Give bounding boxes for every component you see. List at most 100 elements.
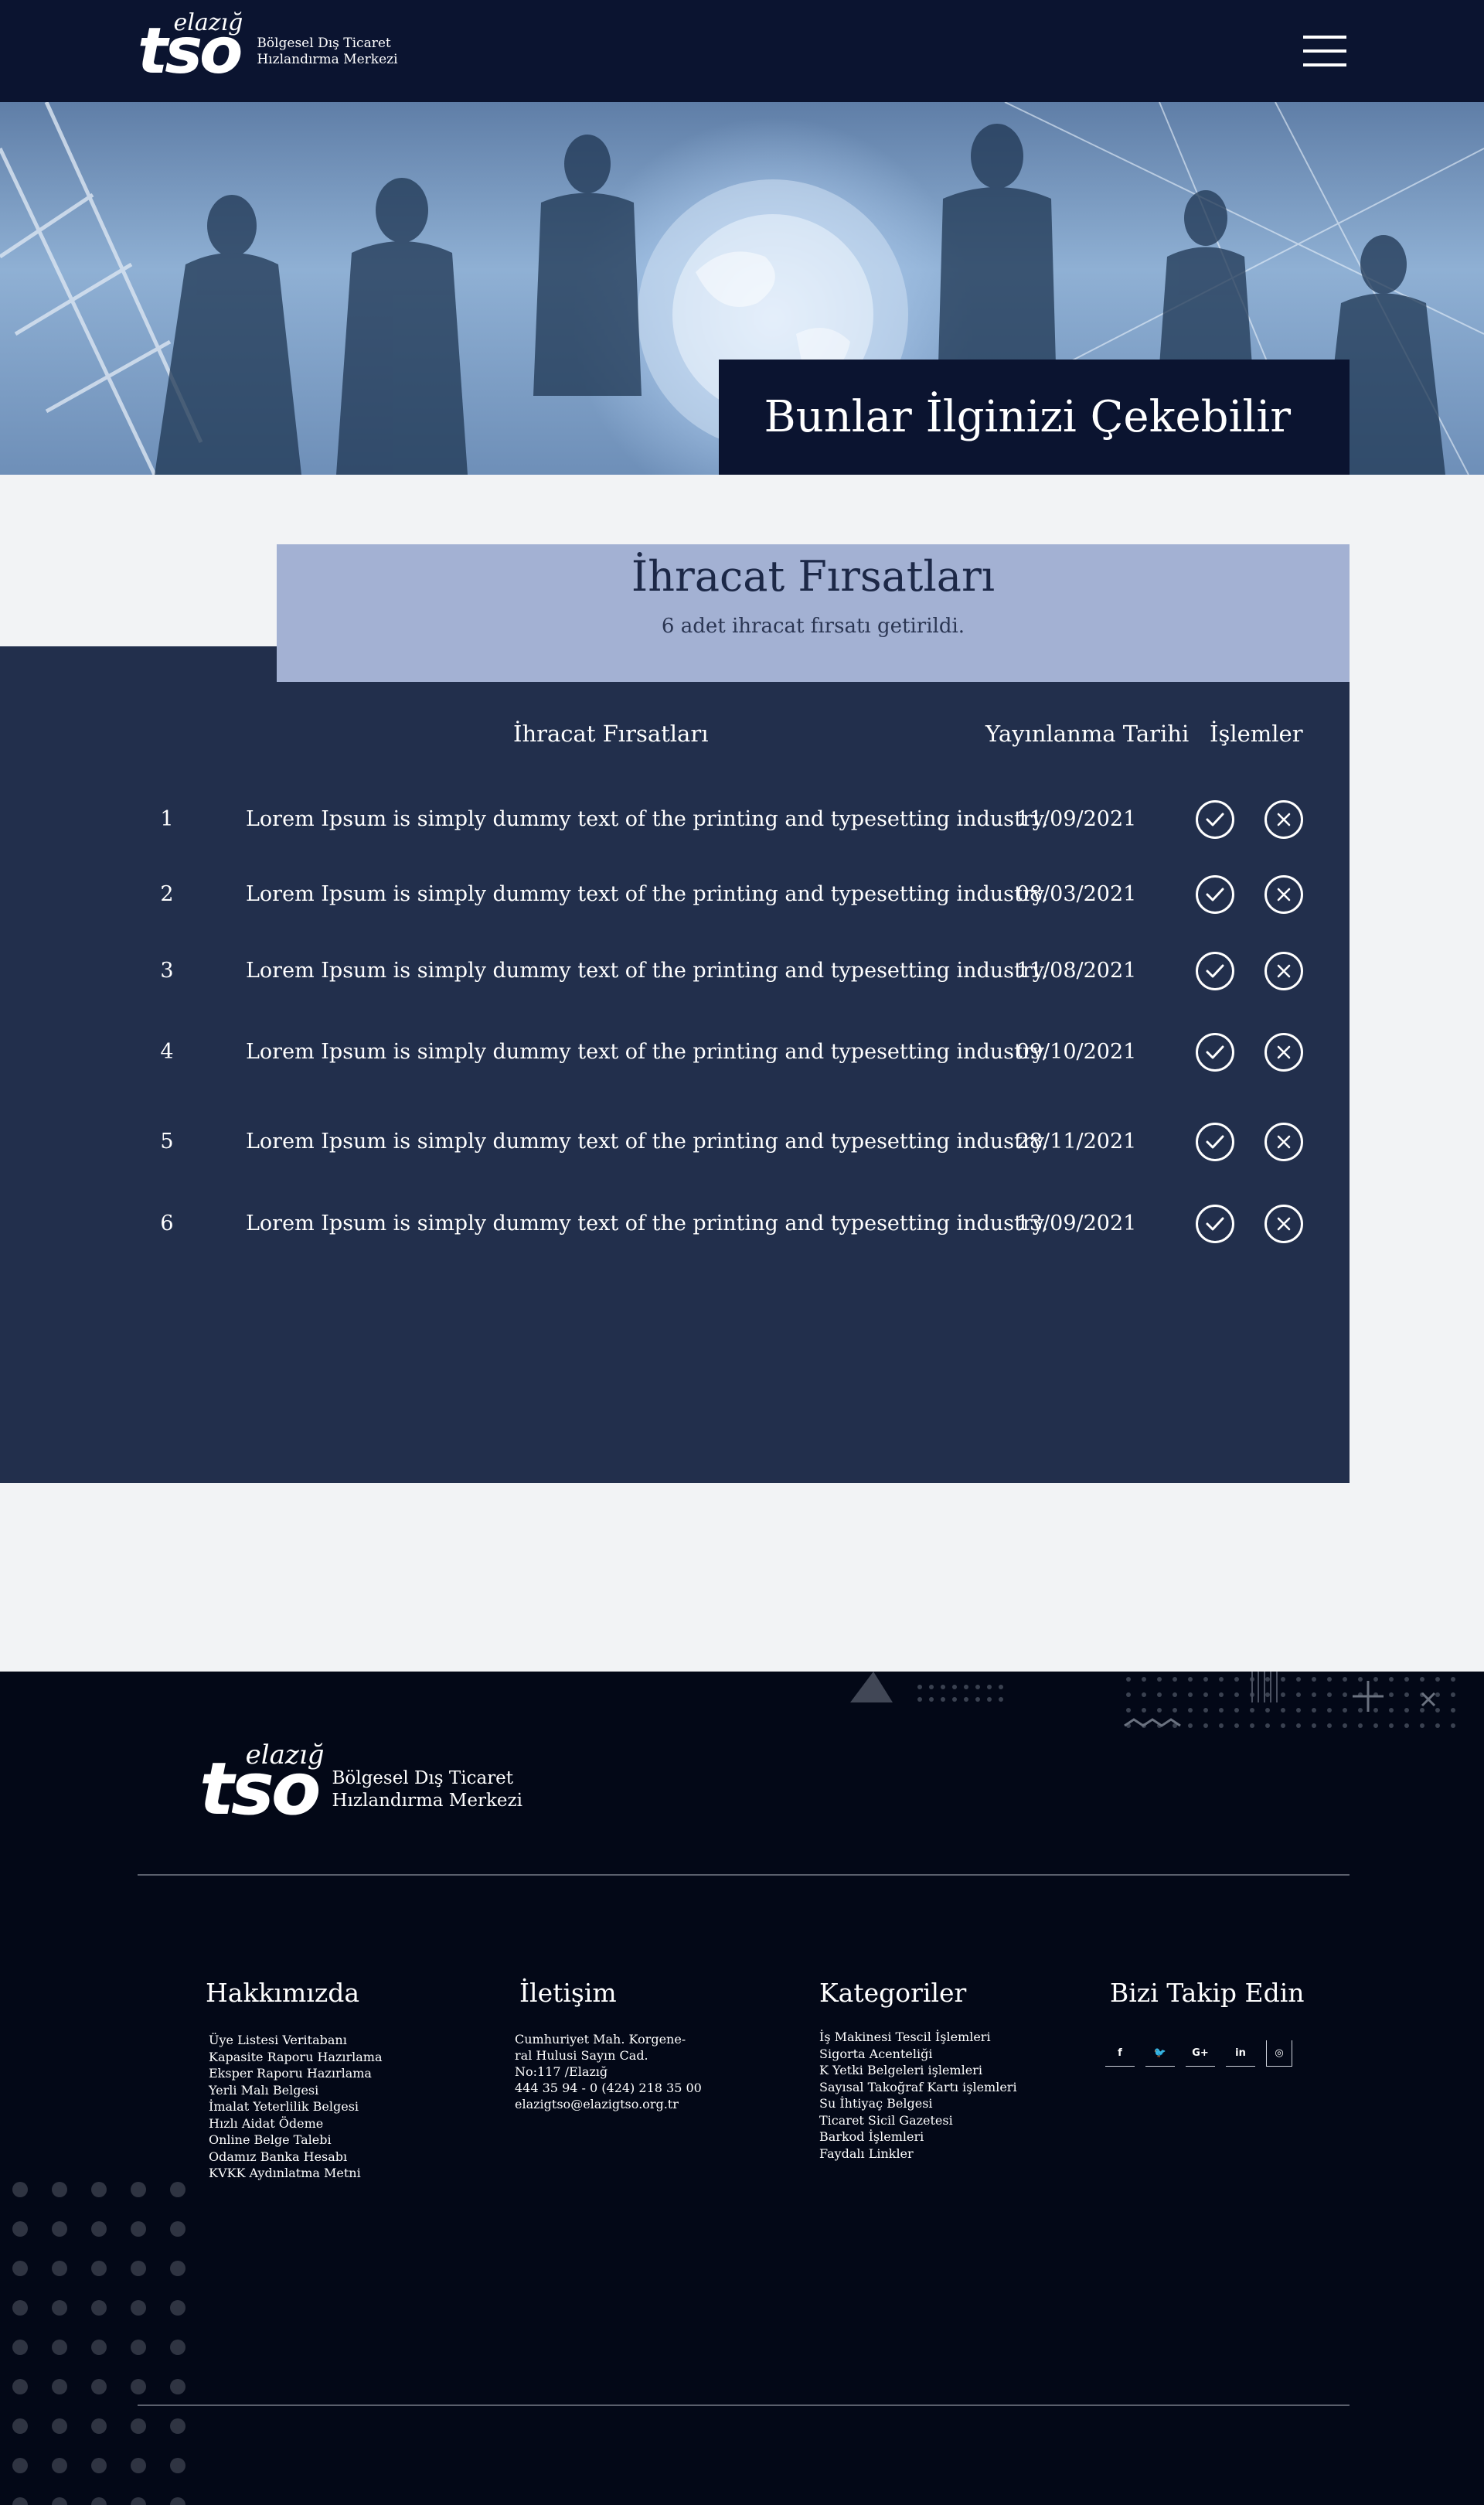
contact-line: ral Hulusi Sayın Cad. — [515, 2048, 648, 2063]
row-number: 2 — [160, 882, 174, 906]
row-date: 11/09/2021 — [1016, 807, 1137, 831]
decor-dot — [12, 2458, 28, 2473]
decor-dot — [52, 2182, 67, 2197]
contact-line: elazigtso@elazigtso.org.tr — [515, 2097, 679, 2111]
decor-dot — [170, 2300, 186, 2316]
decor-dot — [131, 2379, 146, 2394]
decor-dot — [91, 2340, 107, 2355]
column-header-opportunities: İhracat Fırsatları — [513, 721, 709, 747]
footer-logo-mark: tso elazığ — [199, 1740, 324, 1826]
contact-line: 444 35 94 - 0 (424) 218 35 00 — [515, 2081, 702, 2095]
facebook-icon[interactable]: f — [1105, 2040, 1135, 2067]
decor-dot — [170, 2418, 186, 2434]
twitter-icon[interactable]: 🐦 — [1145, 2040, 1175, 2067]
footer-logo-subtitle: Bölgesel Dış Ticaret Hızlandırma Merkezi — [332, 1767, 522, 1812]
footer-decoration — [850, 1672, 1455, 1728]
close-circle-icon[interactable] — [1264, 1205, 1303, 1243]
footer-category-link[interactable]: İş Makinesi Tescil İşlemleri — [819, 2029, 1017, 2046]
logo-mark: tso elazığ — [138, 9, 243, 84]
section-subtitle: 6 adet ihracat fırsatı getirildi. — [661, 615, 965, 638]
decor-dot — [131, 2261, 146, 2276]
footer-category-link[interactable]: Faydalı Linkler — [819, 2145, 1017, 2162]
decor-dot — [170, 2340, 186, 2355]
footer-about-link[interactable]: Kapasite Raporu Hazırlama — [209, 2049, 383, 2066]
google-plus-icon[interactable]: G+ — [1186, 2040, 1215, 2067]
decor-dot — [12, 2418, 28, 2434]
close-circle-icon[interactable] — [1264, 1123, 1303, 1161]
row-title[interactable]: Lorem Ipsum is simply dummy text of the … — [246, 807, 1048, 831]
footer-about-list: Üye Listesi Veritabanı Kapasite Raporu Ha… — [209, 2032, 383, 2182]
row-title[interactable]: Lorem Ipsum is simply dummy text of the … — [246, 1212, 1048, 1235]
footer-category-link[interactable]: Su İhtiyaç Belgesi — [819, 2095, 1017, 2112]
column-header-date: Yayınlanma Tarihi — [985, 721, 1190, 747]
hamburger-icon[interactable] — [1303, 36, 1346, 66]
site-logo[interactable]: tso elazığ Bölgesel Dış Ticaret Hızlandı… — [138, 9, 398, 84]
footer-about-title: Hakkımızda — [206, 1978, 360, 2008]
row-title[interactable]: Lorem Ipsum is simply dummy text of the … — [246, 1130, 1048, 1154]
footer-category-link[interactable]: Ticaret Sicil Gazetesi — [819, 2112, 1017, 2129]
table-row: 4 Lorem Ipsum is simply dummy text of the… — [0, 1029, 1350, 1075]
decor-dot — [170, 2497, 186, 2505]
footer-about-link[interactable]: Odamız Banka Hesabı — [209, 2149, 383, 2166]
footer-categories-list: İş Makinesi Tescil İşlemleri Sigorta Acen… — [819, 2029, 1017, 2162]
decor-dot — [131, 2182, 146, 2197]
row-date: 28/11/2021 — [1016, 1130, 1137, 1154]
footer-logo[interactable]: tso elazığ Bölgesel Dış Ticaret Hızlandı… — [199, 1740, 522, 1826]
decor-dot — [12, 2340, 28, 2355]
table-row: 3 Lorem Ipsum is simply dummy text of the… — [0, 948, 1350, 994]
close-circle-icon[interactable] — [1264, 952, 1303, 990]
close-circle-icon[interactable] — [1264, 875, 1303, 914]
footer-about-link[interactable]: İmalat Yeterlilik Belgesi — [209, 2098, 383, 2115]
check-circle-icon[interactable] — [1196, 1033, 1234, 1072]
table-row: 1 Lorem Ipsum is simply dummy text of the… — [0, 796, 1350, 843]
decor-dot — [52, 2458, 67, 2473]
footer-about-link[interactable]: Online Belge Talebi — [209, 2132, 383, 2149]
column-header-actions: İşlemler — [1210, 721, 1303, 747]
footer-contact-title: İletişim — [519, 1978, 617, 2008]
close-circle-icon[interactable] — [1264, 800, 1303, 839]
footer-category-link[interactable]: Sigorta Acenteliği — [819, 2046, 1017, 2063]
row-title[interactable]: Lorem Ipsum is simply dummy text of the … — [246, 959, 1048, 983]
footer-about-link[interactable]: KVKK Aydınlatma Metni — [209, 2165, 383, 2182]
decor-dot — [52, 2300, 67, 2316]
decor-dot — [91, 2182, 107, 2197]
decor-dot — [12, 2497, 28, 2505]
footer-about-link[interactable]: Eksper Raporu Hazırlama — [209, 2065, 383, 2082]
check-circle-icon[interactable] — [1196, 1123, 1234, 1161]
logo-subtitle: Bölgesel Dış Ticaret Hızlandırma Merkezi — [257, 36, 397, 69]
section-header: İhracat Fırsatları 6 adet ihracat fırsat… — [277, 544, 1350, 682]
decor-dot — [91, 2261, 107, 2276]
close-circle-icon[interactable] — [1264, 1033, 1303, 1072]
footer-categories-title: Kategoriler — [819, 1978, 967, 2008]
footer-about-link[interactable]: Yerli Malı Belgesi — [209, 2082, 383, 2099]
contact-line: No:117 /Elazığ — [515, 2064, 608, 2079]
logo-line-2: Hızlandırma Merkezi — [257, 52, 398, 67]
footer-about-link[interactable]: Hızlı Aidat Ödeme — [209, 2115, 383, 2132]
footer-category-link[interactable]: Sayısal Takoğraf Kartı işlemleri — [819, 2079, 1017, 2096]
footer-about-link[interactable]: Üye Listesi Veritabanı — [209, 2032, 383, 2049]
footer-category-link[interactable]: K Yetki Belgeleri işlemleri — [819, 2062, 1017, 2079]
check-circle-icon[interactable] — [1196, 875, 1234, 914]
row-number: 6 — [160, 1212, 174, 1235]
decor-dot — [170, 2182, 186, 2197]
decor-dot — [52, 2379, 67, 2394]
footer-logo-line-1: Bölgesel Dış Ticaret — [332, 1768, 514, 1789]
row-title[interactable]: Lorem Ipsum is simply dummy text of the … — [246, 1040, 1048, 1064]
row-number: 4 — [160, 1040, 174, 1064]
footer-logo-line-2: Hızlandırma Merkezi — [332, 1791, 522, 1811]
check-circle-icon[interactable] — [1196, 800, 1234, 839]
check-circle-icon[interactable] — [1196, 952, 1234, 990]
footer-divider-top — [138, 1874, 1350, 1876]
linkedin-icon[interactable]: in — [1226, 2040, 1255, 2067]
social-links: f 🐦 G+ in ◎ — [1105, 2040, 1292, 2067]
decor-dot — [12, 2300, 28, 2316]
footer-category-link[interactable]: Barkod İşlemleri — [819, 2128, 1017, 2145]
decor-dot — [131, 2497, 146, 2505]
menu-bar — [1303, 63, 1346, 66]
row-title[interactable]: Lorem Ipsum is simply dummy text of the … — [246, 882, 1048, 906]
instagram-icon[interactable]: ◎ — [1266, 2040, 1292, 2067]
check-circle-icon[interactable] — [1196, 1205, 1234, 1243]
decor-dot — [131, 2340, 146, 2355]
decor-dot — [170, 2221, 186, 2237]
decor-dot — [52, 2497, 67, 2505]
